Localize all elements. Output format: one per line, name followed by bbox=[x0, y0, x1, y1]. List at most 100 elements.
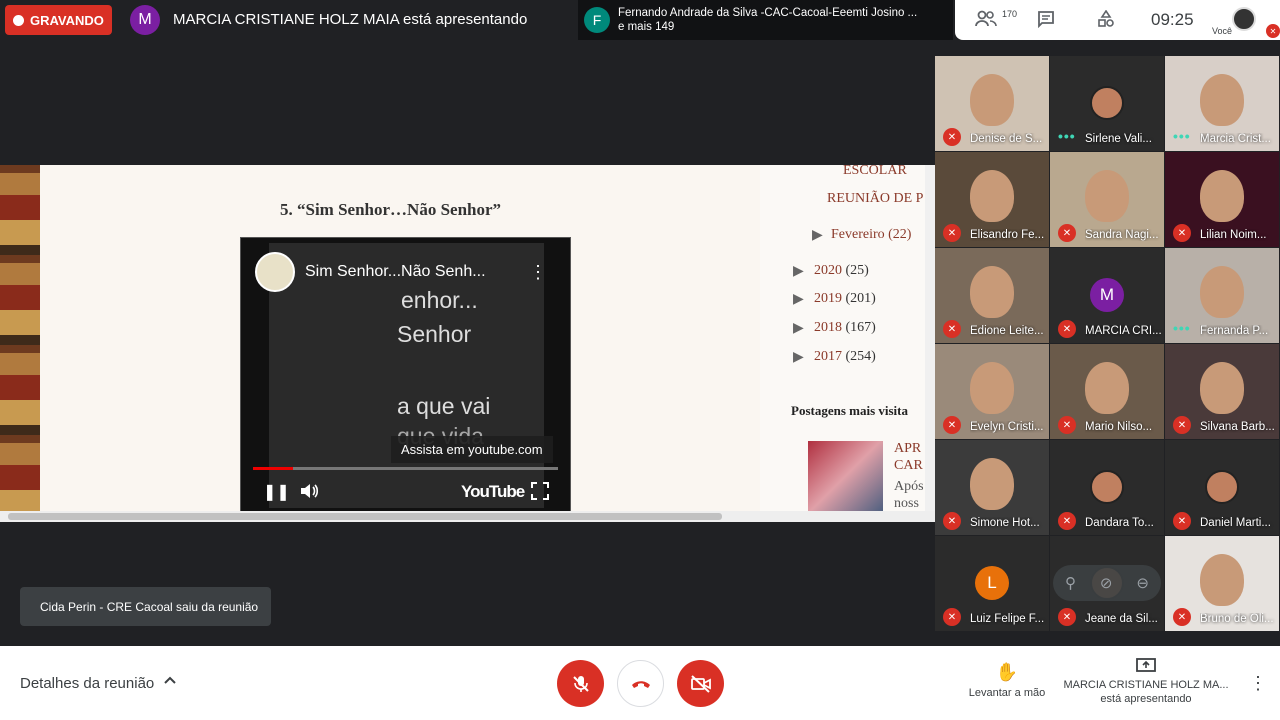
participant-avatar bbox=[1205, 470, 1239, 504]
vertical-scrollbar[interactable] bbox=[925, 165, 935, 511]
chat-icon[interactable] bbox=[1037, 10, 1055, 33]
video-progress-fill bbox=[253, 467, 293, 470]
raise-hand-button[interactable]: ✋ Levantar a mão bbox=[966, 662, 1048, 699]
participant-tile[interactable]: ✕ Evelyn Cristi... bbox=[935, 344, 1049, 439]
participant-tile[interactable]: ✕ Mario Nilso... bbox=[1050, 344, 1164, 439]
participant-tile[interactable]: ✕ Dandara To... bbox=[1050, 440, 1164, 535]
participant-video bbox=[1200, 170, 1244, 222]
participant-video bbox=[1200, 554, 1244, 606]
archive-label[interactable]: ESCOLAR bbox=[843, 165, 907, 179]
participant-tile[interactable]: ✕ Denise de S... bbox=[935, 56, 1049, 151]
archive-label[interactable]: REUNIÃO DE P bbox=[827, 191, 923, 207]
participant-name: Fernanda P... bbox=[1200, 325, 1269, 337]
video-title[interactable]: Sim Senhor...Não Senh... bbox=[305, 263, 486, 281]
participant-tile[interactable]: ✕ Jeane da Sil... ⚲ ⊘ ⊖ bbox=[1050, 536, 1164, 631]
active-speaker-more: e mais 149 bbox=[618, 21, 675, 33]
participant-tile[interactable]: ••• Marcia Crist... bbox=[1165, 56, 1279, 151]
participant-name: Edione Leite... bbox=[970, 325, 1044, 337]
fullscreen-icon[interactable] bbox=[531, 482, 549, 505]
video-lyric-line: Senhor bbox=[397, 321, 472, 347]
mic-off-button[interactable] bbox=[557, 660, 604, 707]
archive-year[interactable]: 2019 (201) bbox=[814, 291, 876, 307]
recording-badge: GRAVANDO bbox=[5, 5, 112, 35]
mic-off-icon: ✕ bbox=[943, 608, 961, 626]
post-thumbnail[interactable] bbox=[808, 441, 883, 511]
participant-tile[interactable]: ✕ Bruno de Oli... bbox=[1165, 536, 1279, 631]
watch-on-youtube-hint[interactable]: Assista em youtube.com bbox=[391, 436, 553, 463]
embedded-video[interactable]: enhor... Senhor a que vai que vida Sim S… bbox=[240, 237, 571, 512]
participant-tile[interactable]: ••• Sirlene Vali... bbox=[1050, 56, 1164, 151]
participant-video bbox=[1200, 74, 1244, 126]
people-icon[interactable] bbox=[975, 10, 997, 33]
participant-video bbox=[1085, 170, 1129, 222]
mic-off-icon: ✕ bbox=[943, 416, 961, 434]
expand-arrow-icon[interactable]: ▶ bbox=[793, 263, 804, 280]
mic-off-icon: ✕ bbox=[943, 128, 961, 146]
meeting-details-button[interactable]: Detalhes da reunião bbox=[20, 675, 154, 692]
record-dot-icon bbox=[13, 14, 24, 26]
participant-tile[interactable]: ✕ Sandra Nagi... bbox=[1050, 152, 1164, 247]
participant-name: Sirlene Vali... bbox=[1085, 133, 1152, 145]
participant-tile[interactable]: ✕ Lilian Noim... bbox=[1165, 152, 1279, 247]
video-progress-bar[interactable] bbox=[253, 467, 558, 470]
participant-tile[interactable]: M ✕ MARCIA CRI... bbox=[1050, 248, 1164, 343]
presenter-name: MARCIA CRISTIANE HOLZ MA... bbox=[1063, 679, 1229, 691]
video-menu-icon[interactable]: ⋮ bbox=[529, 262, 547, 283]
chevron-up-icon[interactable] bbox=[163, 673, 177, 690]
mute-participant-icon[interactable]: ⊘ bbox=[1100, 574, 1113, 592]
self-avatar[interactable] bbox=[1232, 7, 1256, 31]
active-speaker-name: Fernando Andrade da Silva -CAC-Cacoal-Ee… bbox=[618, 7, 918, 19]
hand-icon: ✋ bbox=[995, 662, 1019, 682]
youtube-logo[interactable]: YouTube bbox=[461, 482, 525, 502]
post-title[interactable]: CAR bbox=[894, 458, 923, 474]
participant-tile[interactable]: ••• Fernanda P... bbox=[1165, 248, 1279, 343]
mic-off-icon: ✕ bbox=[943, 224, 961, 242]
participant-name: Simone Hot... bbox=[970, 517, 1040, 529]
horizontal-scrollbar[interactable] bbox=[0, 511, 935, 522]
clock: 09:25 bbox=[1151, 10, 1194, 29]
speaking-indicator-icon: ••• bbox=[1173, 128, 1191, 144]
post-title[interactable]: APR bbox=[894, 441, 921, 457]
participant-name: Bruno de Oli... bbox=[1200, 613, 1274, 625]
mic-off-icon: ✕ bbox=[943, 320, 961, 338]
speaking-indicator-icon: ••• bbox=[1173, 320, 1191, 336]
remove-icon[interactable]: ⊖ bbox=[1136, 574, 1149, 592]
participant-name: Silvana Barb... bbox=[1200, 421, 1275, 433]
presenting-indicator[interactable]: MARCIA CRISTIANE HOLZ MA... está apresen… bbox=[1063, 658, 1229, 706]
expand-arrow-icon[interactable]: ▶ bbox=[793, 320, 804, 337]
participant-name: MARCIA CRI... bbox=[1085, 325, 1162, 337]
participant-video bbox=[970, 458, 1014, 510]
archive-year[interactable]: 2020 (25) bbox=[814, 263, 869, 279]
camera-off-button[interactable] bbox=[677, 660, 724, 707]
archive-year[interactable]: 2017 (254) bbox=[814, 349, 876, 365]
active-speaker-bar[interactable]: F Fernando Andrade da Silva -CAC-Cacoal-… bbox=[578, 0, 953, 40]
bookshelf-image bbox=[0, 165, 40, 511]
speaking-indicator-icon: ••• bbox=[1058, 128, 1076, 144]
mic-off-icon bbox=[572, 675, 589, 692]
participant-video bbox=[1200, 266, 1244, 318]
presenter-avatar: M bbox=[130, 5, 160, 35]
participant-tile[interactable]: ✕ Simone Hot... bbox=[935, 440, 1049, 535]
participant-name: Evelyn Cristi... bbox=[970, 421, 1044, 433]
participant-tile[interactable]: ✕ Edione Leite... bbox=[935, 248, 1049, 343]
expand-arrow-icon[interactable]: ▶ bbox=[793, 291, 804, 308]
expand-arrow-icon[interactable]: ▶ bbox=[793, 349, 804, 366]
archive-year[interactable]: 2018 (167) bbox=[814, 320, 876, 336]
more-options-icon[interactable]: ⋮ bbox=[1249, 673, 1267, 694]
post-heading: 5. “Sim Senhor…Não Senhor” bbox=[280, 200, 502, 219]
pause-icon[interactable]: ❚❚ bbox=[263, 482, 290, 502]
mic-off-icon: ✕ bbox=[943, 512, 961, 530]
leave-call-button[interactable] bbox=[617, 660, 664, 707]
channel-logo[interactable] bbox=[255, 252, 295, 292]
participant-tile[interactable]: ✕ Daniel Marti... bbox=[1165, 440, 1279, 535]
scrollbar-thumb[interactable] bbox=[8, 513, 722, 520]
expand-arrow-icon[interactable]: ▶ bbox=[812, 227, 823, 244]
activities-icon[interactable] bbox=[1097, 9, 1115, 33]
participant-tile[interactable]: ✕ Silvana Barb... bbox=[1165, 344, 1279, 439]
volume-icon[interactable] bbox=[299, 482, 319, 505]
pin-icon[interactable]: ⚲ bbox=[1065, 574, 1076, 592]
participant-tile[interactable]: L ✕ Luiz Felipe F... bbox=[935, 536, 1049, 631]
participant-tile[interactable]: ✕ Elisandro Fe... bbox=[935, 152, 1049, 247]
archive-month[interactable]: Fevereiro (22) bbox=[831, 227, 911, 243]
participant-avatar bbox=[1090, 86, 1124, 120]
